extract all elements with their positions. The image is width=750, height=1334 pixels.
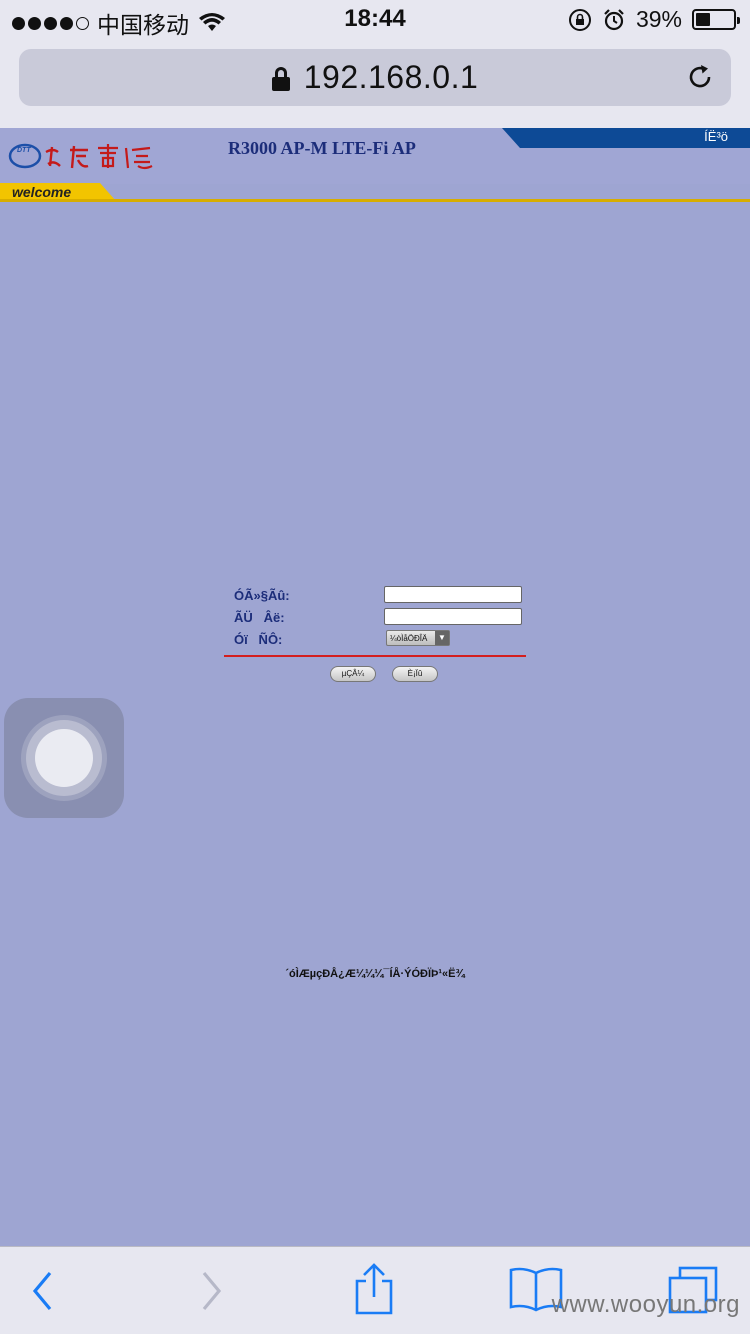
cancel-button[interactable]: È¡Ïû (392, 666, 438, 682)
language-selected-value: ¼òÌåÖÐÎÄ (390, 634, 428, 643)
header-divider (0, 199, 750, 202)
chevron-down-icon: ▼ (435, 631, 449, 645)
username-input[interactable] (384, 586, 522, 603)
welcome-label: welcome (12, 184, 72, 200)
logout-tab[interactable]: ÍË³ö (502, 128, 750, 148)
status-bar: 中国移动 18:44 39% (0, 0, 750, 40)
copyright-footer: ´óÌÆµçÐÅ¿Æ¼¼¼¯ÍÅ·ÝÓÐÏÞ¹«Ë¾ (285, 968, 465, 980)
address-bar-area: 192.168.0.1 (0, 40, 750, 128)
url-text[interactable]: 192.168.0.1 (304, 59, 479, 96)
password-input[interactable] (384, 608, 522, 625)
username-row: ÓÃ»§Ãû: (234, 586, 534, 606)
browser-toolbar: www.wooyun.org (0, 1246, 750, 1334)
watermark-text: www.wooyun.org (551, 1291, 740, 1318)
battery-icon (692, 9, 740, 30)
status-right: 39% (568, 6, 740, 33)
battery-percent: 39% (635, 6, 682, 32)
battery-level (696, 13, 710, 26)
login-button[interactable]: µÇÂ¼ (330, 666, 376, 682)
router-login-page: DTT R3000 AP-M LTE-Fi AP ÍË³ö welcome ÓÃ… (0, 128, 750, 1246)
address-field[interactable]: 192.168.0.1 (19, 49, 731, 106)
language-select[interactable]: ¼òÌåÖÐÎÄ ▼ (386, 630, 450, 646)
product-title: R3000 AP-M LTE-Fi AP (228, 138, 416, 158)
orientation-lock-icon (568, 8, 591, 31)
language-row: Óï ÑÔ: ¼òÌåÖÐÎÄ ▼ (234, 630, 534, 650)
company-logo: DTT (8, 143, 153, 170)
password-row: ÃÜ Âë: (234, 608, 534, 628)
back-icon[interactable] (30, 1269, 56, 1313)
username-label: ÓÃ»§Ãû: (234, 588, 290, 603)
logout-link[interactable]: ÍË³ö (704, 129, 728, 144)
svg-text:DTT: DTT (17, 147, 31, 154)
form-divider (224, 655, 526, 657)
reload-icon[interactable] (685, 62, 715, 92)
assistive-touch-button[interactable] (4, 698, 124, 818)
alarm-icon (604, 8, 624, 30)
lock-icon (271, 66, 290, 91)
password-label: ÃÜ Âë: (234, 610, 285, 625)
forward-icon[interactable] (198, 1269, 224, 1313)
share-icon[interactable] (352, 1263, 396, 1317)
page-header: DTT R3000 AP-M LTE-Fi AP ÍË³ö welcome (0, 128, 750, 201)
language-label: Óï ÑÔ: (234, 632, 283, 647)
